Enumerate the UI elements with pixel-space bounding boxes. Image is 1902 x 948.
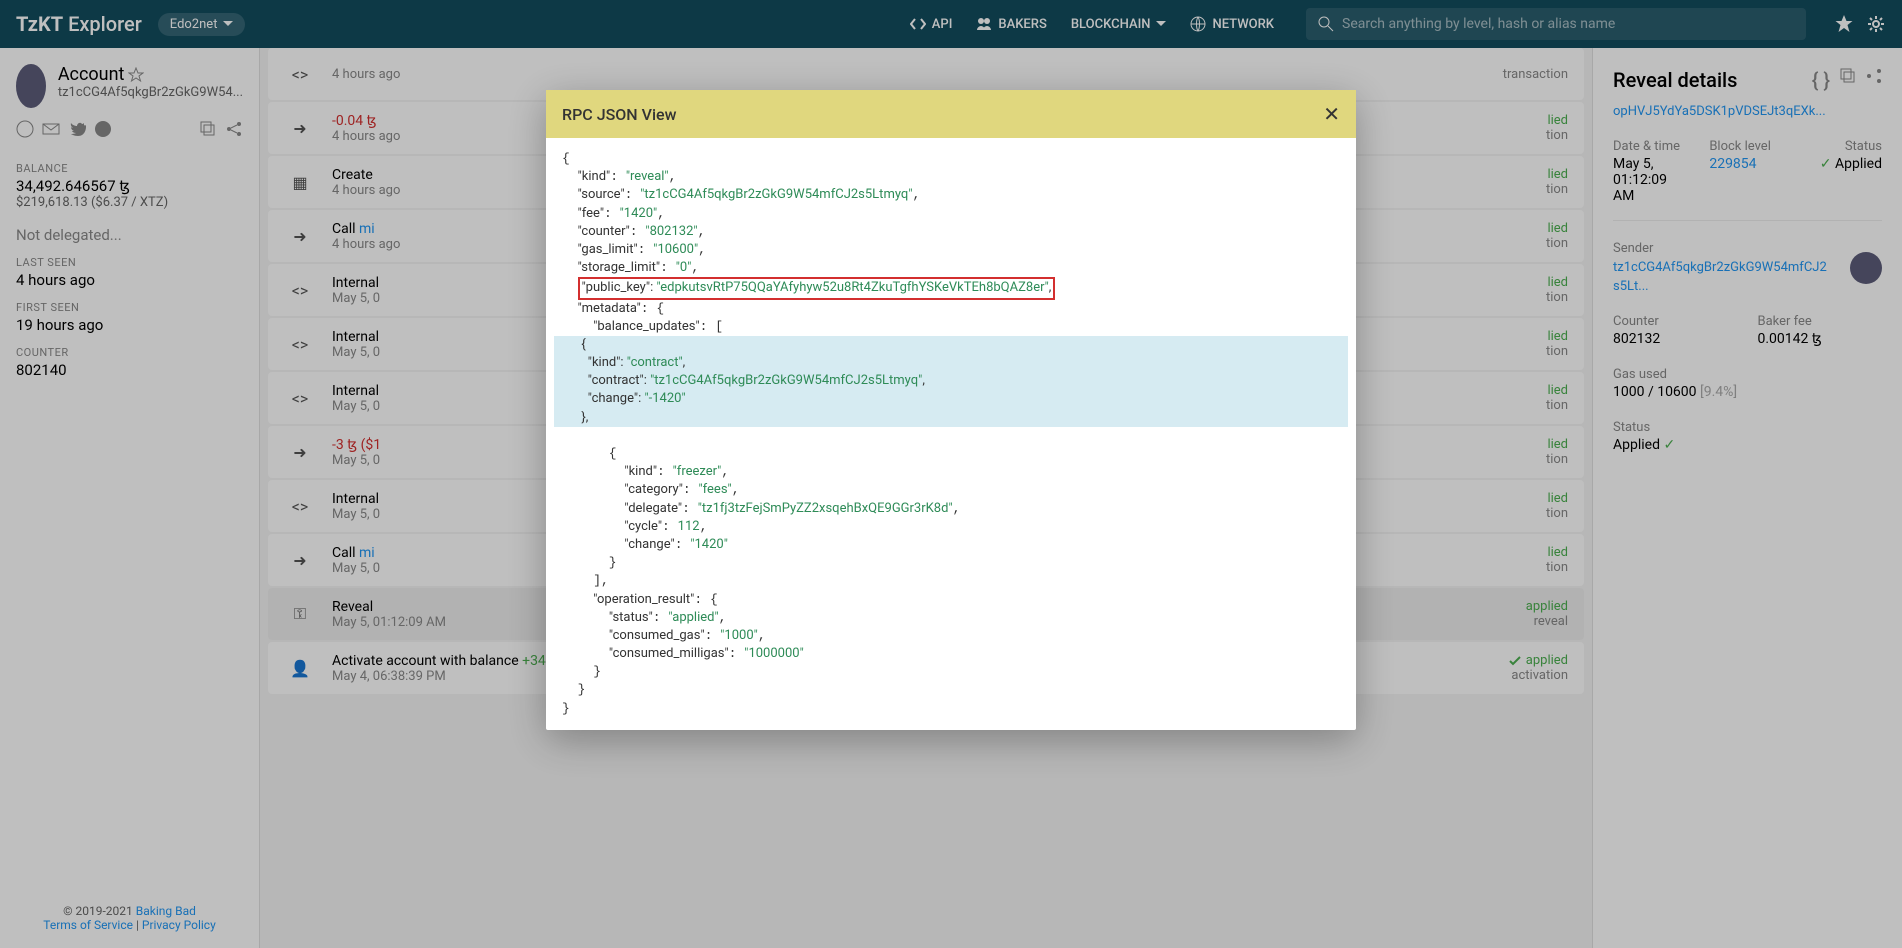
json-viewer: { "kind": "reveal", "source": "tz1cCG4Af… bbox=[546, 138, 1356, 730]
modal-header: RPC JSON View ✕ bbox=[546, 90, 1356, 138]
json-modal: RPC JSON View ✕ { "kind": "reveal", "sou… bbox=[546, 90, 1356, 730]
modal-title: RPC JSON View bbox=[562, 105, 676, 124]
close-icon[interactable]: ✕ bbox=[1323, 102, 1340, 126]
